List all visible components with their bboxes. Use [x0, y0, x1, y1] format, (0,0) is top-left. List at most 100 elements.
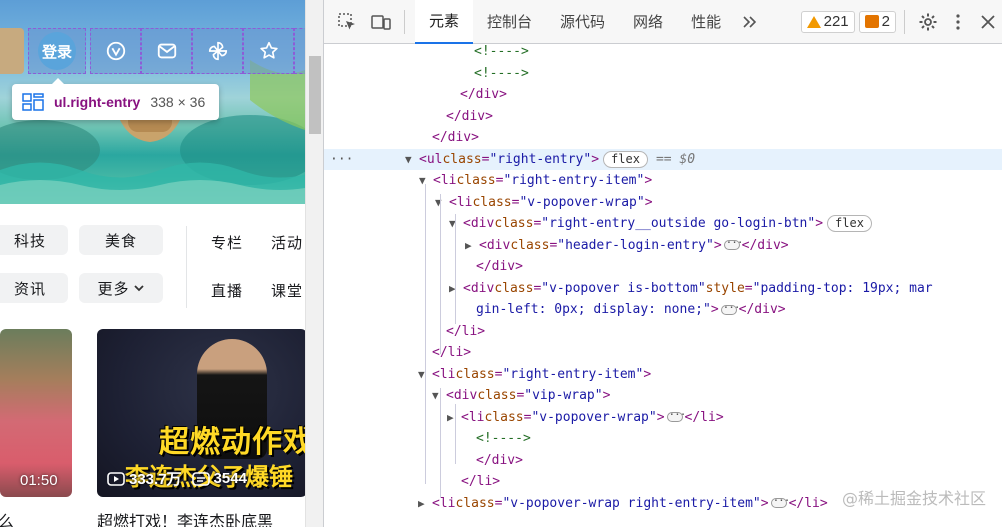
- more-options-icon[interactable]: [943, 7, 973, 37]
- channel-news[interactable]: 资讯: [0, 273, 68, 303]
- channel-more[interactable]: 更多: [79, 273, 163, 303]
- equals: =: [494, 366, 503, 382]
- tab-console[interactable]: 控制台: [473, 0, 546, 44]
- closing-tag: </li>: [432, 345, 472, 361]
- channel-label: 科技: [13, 232, 46, 250]
- attribute-value: "header-login-entry": [557, 237, 714, 253]
- collapsed-content-icon[interactable]: [720, 301, 740, 315]
- dynamic-button[interactable]: [192, 28, 243, 74]
- closing-tag: </div>: [446, 108, 493, 124]
- video-card-thumbnail[interactable]: 01:50: [0, 329, 72, 497]
- collapsed-content-icon[interactable]: [770, 494, 789, 509]
- dom-node-line[interactable]: </div>: [324, 127, 1002, 149]
- right-entry: 登录: [0, 28, 305, 74]
- expand-triangle-icon: ▼: [419, 174, 426, 188]
- collapsed-triangle-icon: ▶: [447, 410, 454, 424]
- channel-food[interactable]: 美食: [79, 225, 163, 255]
- attribute-name: class: [494, 280, 534, 296]
- closing-tag: </div>: [738, 302, 786, 318]
- tab-elements[interactable]: 元素: [415, 0, 474, 44]
- tag-name: <div: [446, 388, 478, 404]
- warnings-badge[interactable]: 221: [800, 10, 855, 33]
- indent-guide: [440, 194, 441, 354]
- attribute-value: "right-entry__outside go-login-btn": [541, 216, 816, 232]
- expand-triangle-icon: ▼: [435, 195, 442, 209]
- inspect-element-icon[interactable]: [332, 7, 362, 37]
- tag-bracket: >: [602, 388, 611, 404]
- history-button[interactable]: [294, 28, 305, 74]
- dom-node-line[interactable]: <!---->: [324, 44, 1002, 63]
- tab-performance[interactable]: 性能: [677, 0, 735, 44]
- dom-node-line[interactable]: ··· ▼ <ul class = "right-entry" > flex == $0: [324, 148, 1002, 170]
- tag-name: <li: [449, 194, 473, 210]
- video-card-thumbnail[interactable]: 超燃动作戏 李连杰父子爆锤 333.7万 3544: [97, 329, 305, 497]
- dom-node-line[interactable]: <!---->: [324, 63, 1002, 85]
- equals: =: [533, 216, 542, 232]
- more-tabs-icon[interactable]: [735, 7, 765, 37]
- channel-nav: 科技 美食 资讯 更多 专栏 活动 直播 课堂: [0, 204, 305, 324]
- channel-live[interactable]: 直播: [211, 280, 243, 301]
- closing-tag: </div>: [741, 237, 789, 253]
- attribute-value: "right-entry-item": [503, 173, 645, 189]
- video-title[interactable]: 么: [0, 508, 14, 527]
- closing-tag: </li>: [684, 409, 724, 425]
- attribute-value: "padding-top: 19px; mar: [752, 280, 933, 296]
- attribute-value: "vip-wrap": [524, 388, 603, 404]
- tag-bracket: >: [760, 495, 769, 511]
- dom-node-line[interactable]: </div>: [324, 84, 1002, 106]
- issues-badge[interactable]: 2: [858, 10, 896, 33]
- channel-course[interactable]: 课堂: [271, 280, 303, 301]
- vip-button[interactable]: [90, 28, 141, 74]
- collapsed-content-icon[interactable]: [666, 408, 685, 423]
- closing-tag: </div>: [476, 259, 523, 275]
- device-toolbar-icon[interactable]: [366, 7, 396, 37]
- equals: =: [523, 409, 532, 425]
- html-comment: <!---->: [476, 431, 531, 447]
- warning-icon: [806, 15, 821, 28]
- attribute-value: "v-popover-wrap right-entry-item": [502, 495, 761, 511]
- divider: [186, 226, 187, 308]
- tag-name: <div: [479, 237, 511, 253]
- video-title[interactable]: 超燃打戏！李连杰卧底黑: [97, 508, 273, 527]
- channel-activity[interactable]: 活动: [271, 232, 303, 253]
- tag-name: <li: [461, 409, 485, 425]
- dom-tree: <!----> <!----> </div> </div> </div> ··· ▼ <ul …: [324, 44, 1002, 527]
- collapsed-content-icon[interactable]: [723, 236, 743, 251]
- quote: ": [702, 302, 711, 318]
- thumbnail-caption: 超燃动作戏: [159, 426, 305, 459]
- collapsed-triangle-icon: ▶: [465, 238, 472, 252]
- layout-badge[interactable]: flex: [603, 150, 648, 168]
- closing-tag: </li>: [446, 323, 486, 339]
- dom-node-line[interactable]: </div>: [324, 106, 1002, 128]
- tag-name: <li: [432, 366, 456, 382]
- chevron-down-icon: [133, 285, 144, 292]
- node-actions-icon: ···: [330, 151, 354, 167]
- warnings-count: 221: [823, 13, 849, 30]
- tag-name: <ul: [419, 151, 443, 167]
- tab-network[interactable]: 网络: [619, 0, 677, 44]
- tab-sources[interactable]: 源代码: [546, 0, 619, 44]
- toolbar-divider: [404, 9, 405, 34]
- toolbar-divider: [904, 9, 905, 34]
- video-duration: 01:50: [20, 472, 58, 489]
- close-icon[interactable]: [973, 7, 1002, 37]
- equals: =: [511, 194, 520, 210]
- tag-bracket: >: [644, 173, 653, 189]
- tag-bracket: >: [656, 409, 665, 425]
- danmaku-icon: [191, 471, 210, 486]
- attribute-value: gin-left: 0px; display: none;: [476, 302, 703, 318]
- channel-label: 资讯: [13, 280, 46, 298]
- attribute-value: "right-entry-item": [502, 366, 644, 382]
- equals: =: [549, 237, 558, 253]
- attribute-name: class: [455, 495, 495, 511]
- message-button[interactable]: [141, 28, 192, 74]
- settings-gear-icon[interactable]: [913, 7, 943, 37]
- favorites-button[interactable]: [243, 28, 294, 74]
- login-button[interactable]: 登录: [28, 28, 86, 74]
- page-scrollbar[interactable]: [305, 0, 323, 527]
- scrollbar-thumb[interactable]: [309, 56, 321, 134]
- indent-guide: [425, 184, 426, 484]
- channel-tech[interactable]: 科技: [0, 225, 68, 255]
- layout-badge[interactable]: flex: [827, 215, 872, 233]
- channel-column[interactable]: 专栏: [211, 232, 243, 253]
